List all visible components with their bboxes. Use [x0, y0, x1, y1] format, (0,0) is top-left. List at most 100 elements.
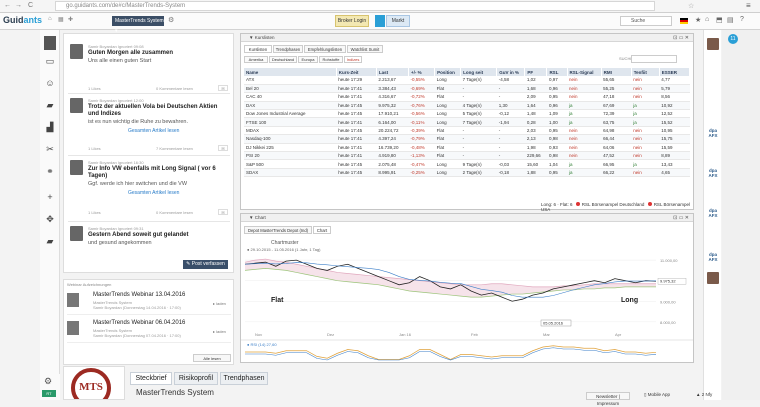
add-icon[interactable]: ✚ [68, 16, 73, 23]
table-row[interactable]: MDAX heute 17:45 20.224,72 -0,39% Flat - -2,03… [244, 126, 690, 136]
post-comments[interactable]: 0 Kommentare lesen [156, 86, 193, 91]
column-header[interactable]: +/- % [408, 68, 436, 76]
post-comments[interactable]: 0 Kommentare lesen [156, 210, 193, 215]
newsletter-button[interactable]: Newsletter | Impressum [586, 392, 630, 406]
tab-chart[interactable]: Chart [313, 226, 331, 234]
user-icon[interactable]: ☺ [44, 78, 56, 88]
plus-icon[interactable]: + [44, 192, 56, 202]
help-icon[interactable]: ? [740, 16, 744, 23]
home2-icon[interactable]: ⌂ [705, 16, 709, 23]
search-input[interactable]: Suche [620, 16, 672, 26]
post-author[interactable]: Samir Boyardan Ignoriert 16:30 [88, 160, 144, 165]
column-header[interactable]: Tenfiit [631, 68, 660, 76]
user-status[interactable]: ▲ 2 Nfy [696, 392, 712, 397]
column-header[interactable]: Kurs-Zeit [336, 68, 377, 76]
move-icon[interactable]: ✥ [44, 214, 56, 224]
read-more-link[interactable]: Gesamten Artikel lesen [128, 190, 179, 196]
window-header[interactable]: ▼ Kurslisten ⊡ ▭ ✕ [241, 34, 693, 42]
table-search-input[interactable] [631, 55, 677, 63]
column-header[interactable]: Last [376, 68, 410, 76]
column-header[interactable]: RSL [546, 68, 568, 76]
post-title[interactable]: Gestern Abend soweit gut gelandet [88, 232, 230, 239]
window-controls-icon[interactable]: ⊡ ▭ ✕ [673, 214, 689, 222]
tab-watchlist[interactable]: Watchlist Sumit [347, 45, 383, 53]
read-more-link[interactable]: Gesamten Artikel lesen [128, 128, 179, 134]
table-row[interactable]: CAC 40 heute 17:41 4.316,67 -0,72% Flat - -2,0… [244, 92, 690, 102]
home-icon[interactable]: ⌂ [48, 16, 52, 22]
webinar-load-link[interactable]: ▸ laden [213, 301, 226, 306]
table-row[interactable]: DAX heute 17:45 9.975,32 -0,76% Long 4 Tage(n… [244, 101, 690, 111]
news-avatar[interactable] [707, 38, 719, 50]
message-icon[interactable]: ✉ [218, 209, 228, 215]
rt-badge[interactable]: RT [42, 390, 56, 397]
author-avatar[interactable] [70, 44, 83, 59]
table-row[interactable]: Nasdaq-100 heute 17:41 4.397,24 -0,79% Flat -… [244, 134, 690, 144]
column-header[interactable]: RMI [601, 68, 632, 76]
chart-icon[interactable]: ▟ [44, 122, 56, 132]
star-icon[interactable]: ★ [695, 16, 701, 24]
column-header[interactable]: GuV in % [496, 68, 526, 76]
window-controls-icon[interactable]: ⊡ ▭ ✕ [673, 34, 689, 42]
author-avatar[interactable] [70, 160, 83, 175]
table-row[interactable]: Dow Jones Industrial Average heute 17:45 1… [244, 109, 690, 119]
tab-risikoprofil[interactable]: Risikoprofil [174, 372, 218, 385]
subtab-indizes[interactable]: Indizes [344, 56, 362, 63]
subtab-rohstoffe[interactable]: Rohstoffe [319, 56, 343, 63]
reload-icon[interactable]: C [28, 2, 33, 9]
webinar-title[interactable]: MasterTrends Webinar 06.04.2016 [93, 320, 185, 326]
webinar-load-link[interactable]: ▸ laden [213, 329, 226, 334]
post-author[interactable]: Samir Boyardan Ignoriert 12:00 [88, 98, 144, 103]
webinar-title[interactable]: MasterTrends Webinar 13.04.2016 [93, 292, 185, 298]
settings-gear-icon[interactable]: ⚙ [44, 376, 52, 387]
post-compose-button[interactable]: ✎ Post verfassen [183, 260, 228, 269]
list-icon[interactable]: ▤ [727, 16, 734, 24]
table-row[interactable]: FTSE 100 heute 17:41 6.164,00 -0,11% Long 7 T… [244, 117, 690, 127]
column-header[interactable]: ESSER [659, 68, 691, 76]
address-bar[interactable]: go.guidants.com/de#c/MasterTrends-System [55, 1, 655, 11]
table-row[interactable]: Bel 20 heute 17:41 3.384,43 -0,69% Flat - -1,6… [244, 84, 690, 94]
table-row[interactable]: DJ Nikkei 225 heute 17:41 16.739,20 -0,48% F… [244, 143, 690, 153]
column-header[interactable]: PF [524, 68, 548, 76]
tab-steckbrief[interactable]: Steckbrief [130, 372, 172, 385]
column-header[interactable]: Long seit [460, 68, 498, 76]
message-icon[interactable]: ✉ [218, 145, 228, 151]
all-webinars-button[interactable]: Alle lesen [193, 354, 231, 362]
window-icon[interactable]: ⬒ [716, 16, 723, 24]
subtab-europa[interactable]: Europa [298, 56, 318, 63]
flag-de-icon[interactable] [680, 18, 688, 24]
webinar-item[interactable]: MasterTrends Webinar 06.04.2016 MasterTr… [67, 318, 231, 343]
tab-trendphasen[interactable]: Trendphasen [273, 45, 303, 53]
news-source[interactable]: dpa AFX [705, 168, 721, 178]
forward-icon[interactable]: → [15, 2, 22, 9]
tools-icon[interactable]: ✂ [44, 144, 56, 154]
news-source[interactable]: dpa AFX [705, 128, 721, 138]
market-button[interactable]: Markt [386, 15, 410, 27]
link-icon[interactable]: ⚭ [44, 166, 56, 176]
tab-trendphasen[interactable]: Trendphasen [220, 372, 268, 385]
news-source[interactable]: dpa AFX [705, 252, 721, 262]
back-icon[interactable]: ← [4, 2, 11, 9]
post-title[interactable]: Trotz der aktuellen Vola bei Deutschen A… [88, 104, 230, 118]
post-likes[interactable]: 1 Likes [88, 146, 101, 151]
bookmark-star-icon[interactable]: ☆ [688, 2, 694, 10]
table-row[interactable]: ATX heute 17:29 2.213,67 -0,55% Long 7 Tage(n… [244, 76, 690, 85]
folder-icon[interactable]: ▰ [44, 100, 56, 110]
price-chart[interactable]: 11.000,0010.000,009.000,008.000,009.975,… [241, 236, 693, 362]
post-title[interactable]: Zur Info VW ebenfalls mit Long Signal ( … [88, 166, 230, 180]
table-row[interactable]: SDAX heute 17:45 8.995,91 -0,25% Long 2 Tage(… [244, 168, 690, 178]
column-header[interactable]: Name [244, 68, 337, 76]
browser-menu-icon[interactable]: ≡ [746, 1, 751, 10]
news-avatar[interactable] [707, 272, 719, 284]
layout-icon[interactable]: ▦ [58, 16, 64, 23]
table-row[interactable]: PSI 20 heute 17:41 4.919,80 -1,13% Flat - -229… [244, 151, 690, 161]
guidants-logo[interactable]: Guidants [3, 15, 42, 25]
workspace-select[interactable]: MasterTrends System ▾ [112, 16, 164, 34]
gear-icon[interactable]: ⚙ [168, 16, 174, 24]
column-header[interactable]: RSL-Signal [567, 68, 602, 76]
window-header[interactable]: ▼ Chart ⊡ ▭ ✕ [241, 214, 693, 222]
mobile-app-link[interactable]: ▯ Mobile App [644, 392, 670, 398]
profile-avatar[interactable] [44, 36, 56, 50]
post-comments[interactable]: 7 Kommentare lesen [156, 146, 193, 151]
grid-icon[interactable] [375, 15, 385, 27]
post-likes[interactable]: 1 Likes [88, 210, 101, 215]
